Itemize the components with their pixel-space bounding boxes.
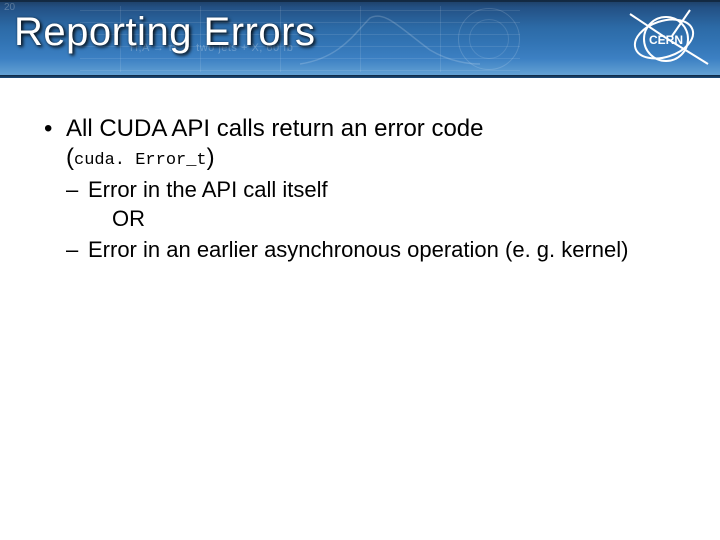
bullet-level-2: Error in the API call itself [66, 177, 678, 204]
or-line: OR [112, 205, 678, 233]
slide-body: All CUDA API calls return an error code … [0, 78, 720, 264]
bullet1-paren-line: (cuda. Error_t) [66, 144, 215, 171]
code-cuda-error-t: cuda. Error_t [74, 151, 207, 170]
paren-close: ) [207, 144, 215, 171]
cern-logo-text: CERN [649, 33, 683, 47]
cern-logo: CERN [620, 6, 710, 72]
slide-header: 20 H,A → ττ → two jets + X, 60 fb Report… [0, 0, 720, 78]
bullet-level-2: Error in an earlier asynchronous operati… [66, 237, 678, 264]
slide: 20 H,A → ττ → two jets + X, 60 fb Report… [0, 0, 720, 540]
sub-bullet-2-text: Error in an earlier asynchronous operati… [88, 237, 629, 262]
slide-title: Reporting Errors [0, 0, 720, 55]
paren-open: ( [66, 144, 74, 171]
bullet1-text: All CUDA API calls return an error code [66, 115, 484, 142]
bullet-level-1: All CUDA API calls return an error code … [42, 114, 678, 173]
sub-bullet-1-text: Error in the API call itself [88, 177, 328, 202]
